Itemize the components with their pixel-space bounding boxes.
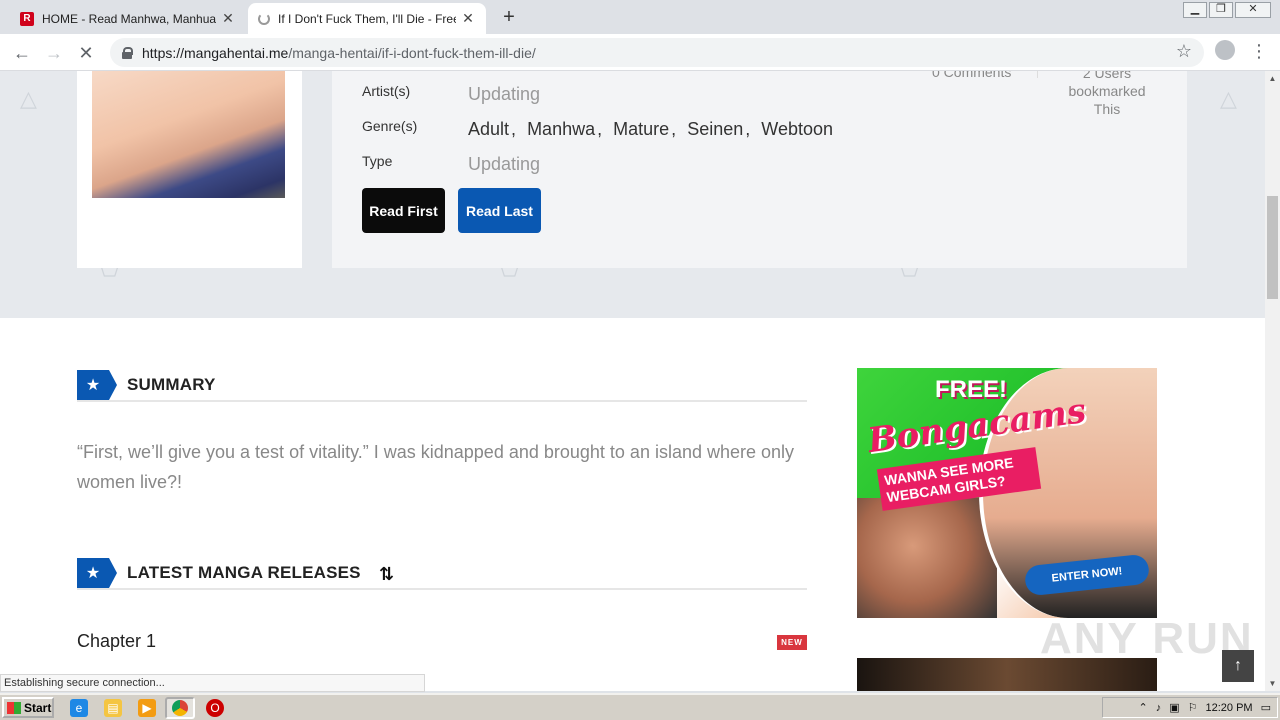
- chrome-icon: [172, 700, 188, 716]
- comments-count[interactable]: 0 Comments: [932, 71, 1011, 80]
- bookmark-count: 2 Users bookmarked This: [1068, 71, 1146, 117]
- releases-header: ★ LATEST MANGA RELEASES ⇅: [77, 558, 807, 590]
- profile-avatar[interactable]: [1215, 40, 1235, 60]
- volume-icon[interactable]: ♪: [1156, 702, 1162, 714]
- ad-free-text: FREE!: [935, 376, 1007, 403]
- manga-header-area: △ ⬠ ⬠ ⬠ △ ○ 0 Comments 2 Users bookmarke…: [0, 71, 1265, 318]
- read-first-button[interactable]: Read First: [362, 188, 445, 233]
- stat-divider: [1037, 71, 1038, 78]
- tab-manga[interactable]: If I Don't Fuck Them, I'll Die - Free H …: [248, 3, 486, 34]
- triangle-decoration-icon: △: [20, 86, 37, 111]
- ie-icon[interactable]: e: [70, 699, 88, 717]
- clock: 12:20 PM: [1205, 701, 1253, 714]
- opera-icon[interactable]: O: [206, 699, 224, 717]
- bookmark-star-icon[interactable]: ☆: [1176, 41, 1192, 62]
- type-label: Type: [362, 153, 393, 169]
- manga-stats: 0 Comments 2 Users bookmarked This: [907, 71, 1167, 124]
- url-host: https://mangahentai.me: [142, 44, 289, 61]
- scroll-thumb[interactable]: [1267, 196, 1278, 299]
- restore-icon[interactable]: ❐: [1209, 2, 1233, 18]
- flag-icon[interactable]: ⚐: [1188, 701, 1198, 714]
- minimize-icon[interactable]: ▁: [1183, 2, 1207, 18]
- star-icon: ★: [77, 558, 117, 588]
- summary-title: SUMMARY: [127, 375, 216, 394]
- summary-text: “First, we’ll give you a test of vitalit…: [77, 442, 795, 492]
- scroll-down-arrow-icon[interactable]: ▼: [1265, 676, 1280, 691]
- chapter-link[interactable]: Chapter 1: [77, 631, 156, 652]
- vertical-scrollbar[interactable]: ▲ ▼: [1265, 71, 1280, 691]
- start-button[interactable]: Start: [2, 697, 54, 718]
- close-window-icon[interactable]: ✕: [1235, 2, 1271, 18]
- forward-arrow-icon[interactable]: →: [42, 41, 66, 65]
- loading-spinner-icon: [258, 12, 270, 25]
- close-tab-icon[interactable]: ✕: [220, 10, 236, 27]
- scroll-up-arrow-icon[interactable]: ▲: [1265, 71, 1280, 86]
- windows-flag-icon: [7, 701, 21, 714]
- tray-arrow-icon[interactable]: ⌃: [1139, 701, 1148, 714]
- media-player-icon[interactable]: ▶: [138, 699, 156, 717]
- browser-toolbar: ← → ✕ https://mangahentai.me/manga-henta…: [0, 34, 1280, 71]
- tab-title: If I Don't Fuck Them, I'll Die - Free H: [278, 11, 456, 26]
- artist-label: Artist(s): [362, 83, 411, 99]
- status-bubble: Establishing secure connection...: [0, 674, 425, 692]
- releases-title: LATEST MANGA RELEASES: [127, 563, 361, 582]
- url-path: /manga-hentai/if-i-dont-fuck-them-ill-di…: [288, 44, 536, 61]
- sort-arrows-icon[interactable]: ⇅: [379, 564, 394, 585]
- read-last-button[interactable]: Read Last: [458, 188, 541, 233]
- genre-list: Adult, Manhwa, Mature, Seinen, Webtoon: [468, 119, 834, 139]
- windows-taskbar: Start e ▤ ▶ O ⌃ ♪ ▣ ⚐ 12:20 PM ▭: [0, 693, 1280, 720]
- new-tab-button[interactable]: +: [498, 6, 520, 28]
- genre-link[interactable]: Webtoon: [761, 119, 833, 139]
- network-icon[interactable]: ▣: [1169, 701, 1179, 714]
- back-arrow-icon[interactable]: ←: [10, 41, 34, 65]
- site-favicon-icon: R: [20, 11, 34, 26]
- artist-value: Updating: [468, 84, 541, 104]
- folder-icon[interactable]: ▤: [104, 699, 122, 717]
- new-badge: NEW: [777, 635, 807, 650]
- chrome-taskbar-button[interactable]: [165, 697, 195, 719]
- genre-link[interactable]: Adult: [468, 119, 509, 139]
- triangle-decoration-icon: △: [1220, 86, 1237, 111]
- genre-link[interactable]: Manhwa: [527, 119, 595, 139]
- show-desktop-icon[interactable]: ▭: [1261, 701, 1271, 714]
- type-value: Updating: [468, 154, 541, 174]
- kebab-menu-icon[interactable]: ⋮: [1250, 40, 1268, 64]
- scroll-to-top-button[interactable]: ↑: [1222, 650, 1254, 682]
- system-tray: ⌃ ♪ ▣ ⚐ 12:20 PM ▭: [1102, 697, 1278, 718]
- genre-link[interactable]: Mature: [613, 119, 669, 139]
- star-icon: ★: [77, 370, 117, 400]
- address-bar[interactable]: https://mangahentai.me/manga-hentai/if-i…: [110, 38, 1204, 67]
- tab-strip: R HOME - Read Manhwa, Manhua, We ✕ If I …: [0, 0, 1280, 34]
- genre-link[interactable]: Seinen: [687, 119, 743, 139]
- genre-label: Genre(s): [362, 118, 418, 134]
- tab-home[interactable]: R HOME - Read Manhwa, Manhua, We ✕: [10, 3, 246, 34]
- ad-photo: [857, 498, 997, 618]
- close-tab-icon[interactable]: ✕: [460, 10, 476, 27]
- lock-icon[interactable]: [122, 46, 133, 59]
- manga-info-panel: 0 Comments 2 Users bookmarked This Artis…: [332, 71, 1187, 268]
- start-label: Start: [24, 700, 52, 715]
- cover-image[interactable]: [92, 71, 285, 198]
- page-viewport: △ ⬠ ⬠ ⬠ △ ○ 0 Comments 2 Users bookmarke…: [0, 71, 1265, 691]
- summary-header: ★ SUMMARY: [77, 370, 807, 402]
- cover-card: [77, 71, 302, 268]
- tab-title: HOME - Read Manhwa, Manhua, We: [42, 11, 216, 26]
- bongacams-ad-banner[interactable]: FREE! Bongacams WANNA SEE MORE WEBCAM GI…: [857, 368, 1157, 618]
- stop-loading-icon[interactable]: ✕: [74, 41, 98, 65]
